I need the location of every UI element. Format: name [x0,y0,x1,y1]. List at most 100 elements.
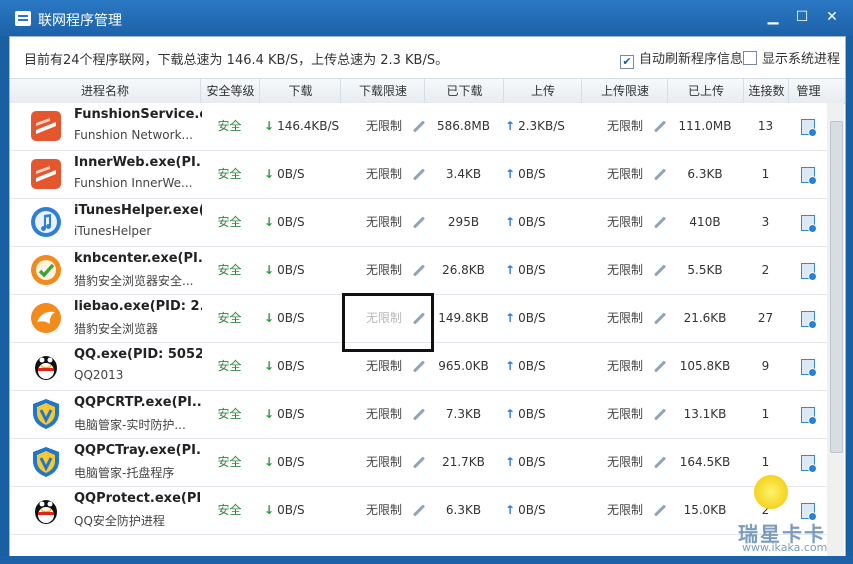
download-speed: 146.4KB/S [277,119,340,133]
manage-cell[interactable] [788,103,827,150]
liebao-shield-icon [30,254,62,286]
safety-level: 安全 [217,263,242,277]
vertical-scrollbar[interactable] [827,103,844,556]
close-button[interactable]: ✕ [822,8,842,26]
uploaded-amount: 105.8KB [679,359,731,373]
edit-upload-limit-icon[interactable] [654,360,667,373]
connection-count: 2 [761,263,770,277]
column-header-safety[interactable]: 安全等级 [200,79,260,103]
table-row[interactable]: QQPCRTP.exe(PI... 电脑管家-实时防护... 安全 ↓ 0B/S 无限制 7… [10,391,827,439]
edit-upload-limit-icon[interactable] [654,120,667,133]
itunes-icon [30,206,62,238]
table-row[interactable]: iTunesHelper.exe(...iTunesHelper安全↓0B/S无… [10,199,827,247]
table-row[interactable]: QQPCTray.exe(PI... 电脑管家-托盘程序 安全 ↓ 0B/S 无限制 21.… [10,439,827,487]
download-limit: 无限制 [366,407,403,421]
process-description: 猎豹安全浏览器 [74,322,159,336]
manage-cell[interactable] [788,151,827,198]
uploaded-amount: 6.3KB [687,167,723,181]
downloaded-amount: 965.0KB [438,359,489,373]
upload-speed-cell: ↑ 2.3KB/S [505,103,581,150]
upload-speed-cell: ↑ 0B/S [505,439,581,486]
process-name: QQ.exe(PID: 5052) [74,347,202,362]
column-header-downloaded[interactable]: 已下载 [424,79,504,103]
download-speed: 0B/S [277,455,305,469]
manage-settings-icon[interactable] [800,214,817,233]
download-limit: 无限制 [366,503,403,517]
upload-speed: 0B/S [518,407,546,421]
sun-icon [754,475,788,509]
down-arrow-icon: ↓ [264,263,275,277]
connection-count: 13 [757,119,774,133]
process-name: iTunesHelper.exe(... [74,203,202,218]
auto-refresh-checkbox[interactable]: ✔ [620,55,634,69]
safety-level: 安全 [217,167,242,181]
app-icon [15,11,31,26]
column-header-connections[interactable]: 连接数 [743,79,789,103]
upload-limit: 无限制 [607,407,644,421]
process-name: InnerWeb.exe(PI... [74,155,202,170]
connection-count: 9 [761,359,770,373]
edit-upload-limit-icon[interactable] [654,408,667,421]
edit-upload-limit-icon[interactable] [654,168,667,181]
safety-level: 安全 [217,119,242,133]
manage-settings-icon[interactable] [800,310,817,329]
manage-cell[interactable] [788,439,827,486]
up-arrow-icon: ↑ [505,359,516,373]
edit-upload-limit-icon[interactable] [654,264,667,277]
manage-settings-icon[interactable] [800,502,817,521]
manage-cell[interactable] [788,247,827,294]
edit-upload-limit-icon[interactable] [654,216,667,229]
manage-settings-icon[interactable] [800,118,817,137]
process-description: 电脑管家-实时防护... [74,418,186,432]
column-header-download-limit[interactable]: 下载限速 [340,79,425,103]
column-header-upload[interactable]: 上传 [503,79,582,103]
process-description: Funshion InnerWe... [74,176,193,190]
table-row[interactable]: InnerWeb.exe(PI... Funshion InnerWe... 安全 ↓… [10,151,827,199]
manage-settings-icon[interactable] [800,262,817,281]
column-header-download[interactable]: 下载 [259,79,341,103]
auto-refresh-option[interactable]: ✔ 自动刷新程序信息 [620,48,743,69]
liebao-browser-icon [30,302,62,334]
manage-cell[interactable] [788,295,827,342]
show-system-option[interactable]: 显示系统进程 [743,48,840,67]
up-arrow-icon: ↑ [505,503,516,517]
show-system-checkbox[interactable] [743,51,757,65]
download-limit: 无限制 [366,119,403,133]
down-arrow-icon: ↓ [264,215,275,229]
network-summary: 目前有24个程序联网，下载总速为 146.4 KB/S，上传总速为 2.3 KB… [24,53,449,68]
column-header-name[interactable]: 进程名称 [10,79,200,103]
downloaded-amount: 586.8MB [437,119,490,133]
up-arrow-icon: ↑ [505,215,516,229]
manage-cell[interactable] [788,199,827,246]
minimize-button[interactable]: ▁ [763,8,783,26]
edit-upload-limit-icon[interactable] [654,456,667,469]
upload-limit: 无限制 [607,359,644,373]
manage-settings-icon[interactable] [800,406,817,425]
edit-upload-limit-icon[interactable] [654,504,667,517]
maximize-button[interactable]: ☐ [792,8,812,26]
downloaded-amount: 6.3KB [445,503,482,517]
column-header-upload-limit[interactable]: 上传限速 [581,79,668,103]
manage-cell[interactable] [788,391,827,438]
download-speed: 0B/S [277,359,305,373]
downloaded-amount: 149.8KB [438,311,489,325]
manage-settings-icon[interactable] [800,358,817,377]
upload-speed: 0B/S [518,263,546,277]
table-row[interactable]: QQProtect.exe(PI... QQ安全防护进程 安全 ↓ 0B/S 无限制 6.3… [10,487,827,535]
downloaded-amount: 3.4KB [445,167,482,181]
download-speed-cell: ↓ 0B/S [264,151,340,198]
download-speed-cell: ↓ 0B/S [264,439,340,486]
table-row[interactable]: FunshionService.e... Funshion Network... 安… [10,103,827,151]
scrollbar-thumb[interactable] [830,121,843,453]
manage-cell[interactable] [788,343,827,390]
table-row[interactable]: knbcenter.exe(PI... 猎豹安全浏览器安全... 安全 ↓ 0B/S 无限… [10,247,827,295]
download-speed-cell: ↓ 0B/S [264,343,340,390]
edit-upload-limit-icon[interactable] [654,312,667,325]
upload-speed: 0B/S [518,311,546,325]
manage-settings-icon[interactable] [800,166,817,185]
column-header-manage: 管理 [788,79,828,103]
manage-settings-icon[interactable] [800,454,817,473]
column-header-uploaded[interactable]: 已上传 [667,79,744,103]
window-bottom-edge [0,556,853,564]
upload-limit: 无限制 [607,311,644,325]
